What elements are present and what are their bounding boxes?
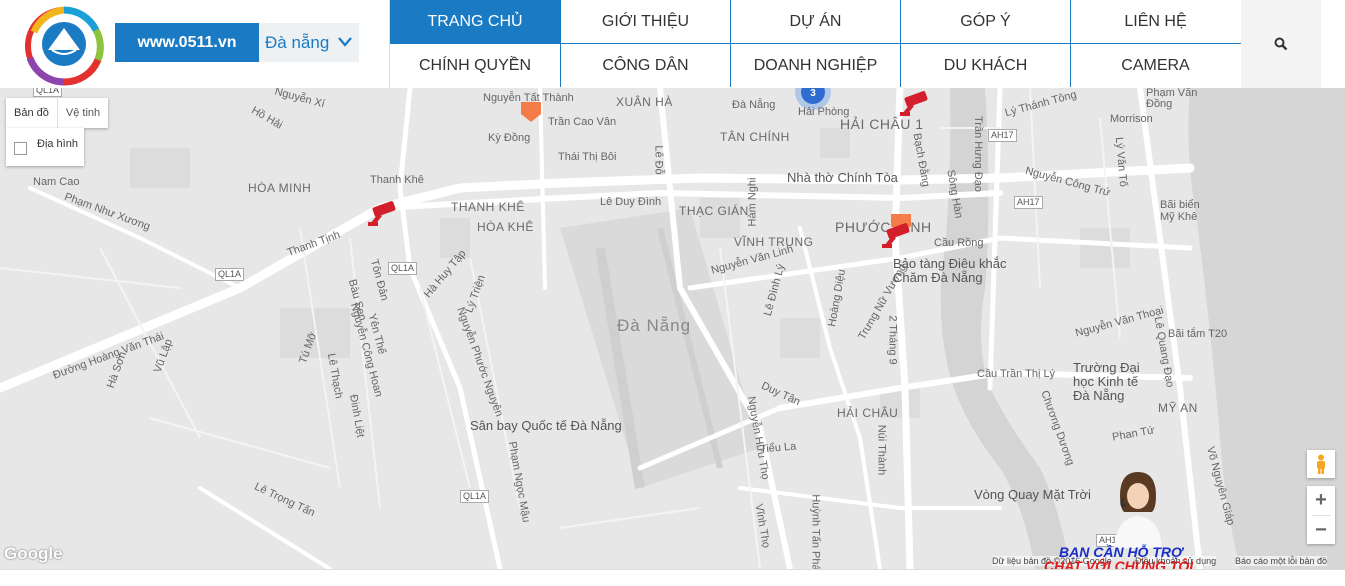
highway-shield: QL1A (460, 490, 490, 503)
nav-item-home[interactable]: TRANG CHỦ (390, 0, 560, 43)
district-label: HÒA MINH (248, 181, 312, 195)
street-label: Lê Duy Đình (600, 196, 662, 208)
chevron-down-icon (338, 37, 352, 47)
district-label: THANH KHÊ (451, 200, 525, 214)
report-error-link[interactable]: Báo cáo một lỗi bản đồ (1235, 556, 1328, 566)
terrain-toggle[interactable]: Địa hình (6, 128, 84, 166)
street-label: Lê Đỗ (652, 145, 665, 175)
highway-shield: QL1A (388, 262, 418, 275)
nav-row-primary: TRANG CHỦ GIỚI THIỆU DỰ ÁN GÓP Ý LIÊN HỆ (390, 0, 1242, 44)
poi-label: Bảo tàng Điêu khắc Chăm Đà Nẵng (893, 256, 1007, 285)
district-label: TÂN CHÍNH (720, 130, 790, 144)
highway-shield: AH17 (1014, 196, 1043, 209)
nav-item-citizens[interactable]: CÔNG DÂN (560, 44, 730, 87)
cluster-count: 3 (810, 88, 816, 99)
nav-item-camera[interactable]: CAMERA (1070, 44, 1240, 87)
zoom-in-button[interactable]: + (1307, 486, 1335, 515)
site-logo[interactable] (16, 2, 112, 86)
nav-item-projects[interactable]: DỰ ÁN (730, 0, 900, 43)
support-agent-avatar (1114, 472, 1162, 548)
poi-label: Hải Phòng (798, 106, 850, 118)
street-view-pegman[interactable] (1307, 450, 1335, 478)
street-label: Phạm Văn Đồng (1146, 88, 1198, 110)
district-label: HÒA KHÊ (477, 220, 534, 234)
camera-icon[interactable] (898, 88, 932, 118)
site-header: www.0511.vn Đà nẵng TRANG CHỦ GIỚI THIỆU… (0, 0, 1345, 88)
city-select[interactable]: Đà nẵng (259, 23, 359, 62)
street-label: Morrison (1110, 113, 1153, 125)
nav-item-about[interactable]: GIỚI THIỆU (560, 0, 730, 43)
site-url-badge[interactable]: www.0511.vn (115, 23, 259, 62)
city-label: Đà Nẵng (617, 316, 692, 335)
terrain-checkbox[interactable] (14, 142, 27, 155)
poi-label: Bãi tắm T20 (1168, 328, 1228, 340)
street-label: Trần Cao Vân (548, 116, 617, 128)
poi-label: Sân bay Quốc tế Đà Nẵng (470, 418, 622, 433)
street-label: 2 Tháng 9 (886, 315, 899, 365)
map-canvas[interactable]: 3 XUÂN HÀ TÂN CHÍNH HẢI CHÂU 1 HÒA MINH … (0, 88, 1345, 569)
camera-icon[interactable] (880, 220, 914, 250)
poi-label: Trường Đại học Kinh tế Đà Nẵng (1073, 360, 1140, 403)
poi-label: Nhà thờ Chính Tòa (787, 170, 898, 185)
pegman-icon (1317, 454, 1325, 474)
highway-shield: QL1A (33, 88, 63, 97)
map-type-satellite-button[interactable]: Vệ tinh (56, 98, 108, 128)
nav-item-tourists[interactable]: DU KHÁCH (900, 44, 1070, 87)
street-label: Núi Thành (875, 424, 888, 476)
zoom-control: + − (1307, 486, 1335, 544)
camera-icon[interactable] (366, 198, 400, 228)
zoom-out-button[interactable]: − (1307, 516, 1335, 545)
highway-shield: QL1A (215, 268, 245, 281)
poi-label: Cầu Rồng (934, 237, 984, 249)
district-label: MỸ AN (1158, 401, 1198, 415)
highway-shield: AH17 (988, 129, 1017, 142)
street-label: Thái Thị Bôi (558, 151, 617, 163)
map-type-control: Bản đồ Vệ tinh (6, 98, 109, 128)
street-label: Huỳnh Tấn Phát (809, 494, 822, 569)
search-icon (1274, 37, 1288, 51)
nav-item-government[interactable]: CHÍNH QUYỀN (390, 44, 560, 87)
district-label: XUÂN HÀ (616, 95, 673, 109)
terrain-label: Địa hình (37, 138, 78, 150)
poi-label: Bãi biển Mỹ Khê (1160, 199, 1200, 223)
poi-label: Cầu Trần Thị Lý (977, 368, 1056, 380)
nav-item-feedback[interactable]: GÓP Ý (900, 0, 1070, 43)
nav-row-secondary: CHÍNH QUYỀN CÔNG DÂN DOANH NGHIỆP DU KHÁ… (390, 44, 1242, 87)
site-url-text: www.0511.vn (137, 33, 237, 51)
footer-strip (0, 569, 1345, 586)
city-select-value: Đà nẵng (265, 32, 330, 52)
district-label: HẢI CHÂU (837, 406, 899, 420)
street-label: Nam Cao (33, 176, 80, 188)
main-nav: TRANG CHỦ GIỚI THIỆU DỰ ÁN GÓP Ý LIÊN HỆ… (389, 0, 1243, 88)
location-marker[interactable] (518, 100, 544, 124)
district-label: HẢI CHÂU 1 (840, 116, 924, 132)
nav-item-contact[interactable]: LIÊN HỆ (1070, 0, 1240, 43)
street-label: Kỳ Đồng (488, 132, 531, 144)
support-chat-widget[interactable]: BẠN CẦN HỖ TRỢ CHAT VỚI CHÚNG TÔI (1044, 468, 1214, 569)
nav-item-business[interactable]: DOANH NGHIỆP (730, 44, 900, 87)
search-button[interactable] (1241, 0, 1321, 88)
poi-label: Đà Nẵng (732, 99, 776, 111)
google-logo: Google (4, 544, 63, 563)
poi-label: Thanh Khê (370, 174, 424, 186)
support-line2: CHAT VỚI CHÚNG TÔI (1044, 558, 1194, 569)
district-label: THẠC GIÁN (679, 204, 749, 218)
street-label: Hàm Nghi (746, 177, 759, 227)
map-type-map-button[interactable]: Bản đồ (6, 98, 57, 128)
street-label: Trần Hưng Đạo (972, 115, 985, 193)
